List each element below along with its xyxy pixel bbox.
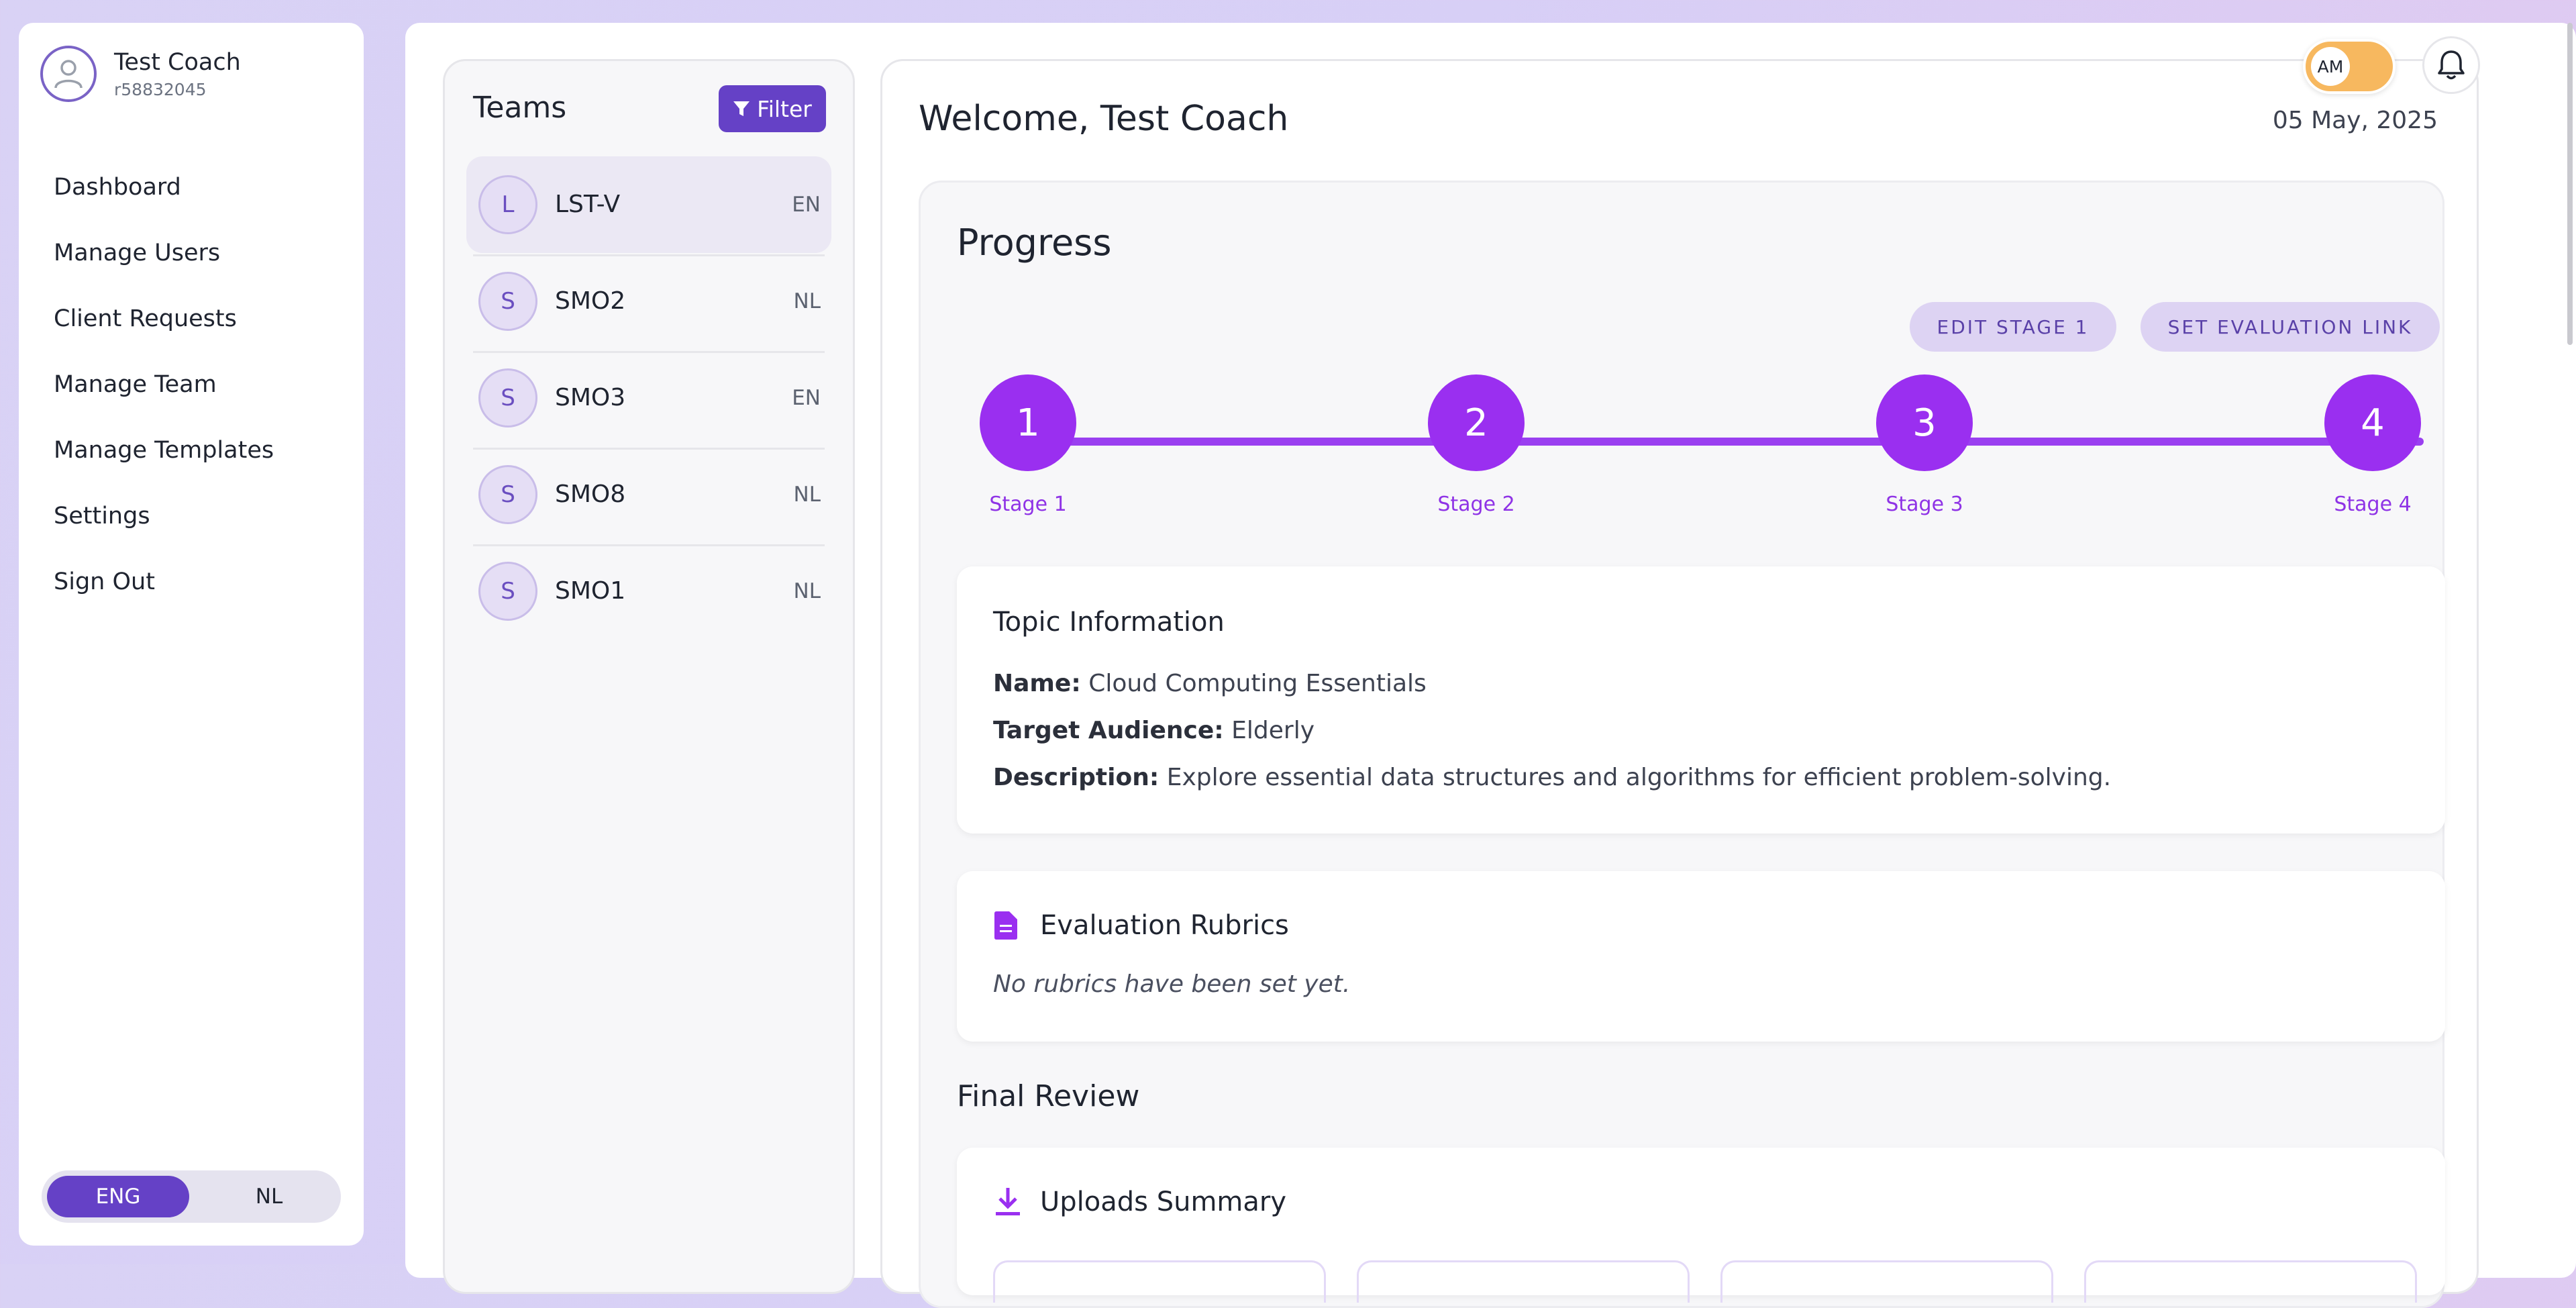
topic-audience-label: Target Audience:	[993, 717, 1224, 744]
topic-name: Cloud Computing Essentials	[1088, 670, 1427, 697]
download-icon	[996, 1188, 1020, 1215]
uploads-summary-title: Uploads Summary	[1040, 1187, 1287, 1217]
edit-stage-button[interactable]: EDIT STAGE 1	[1910, 302, 2116, 352]
team-item[interactable]: L LST-V EN	[466, 156, 831, 253]
theme-toggle[interactable]: AM	[2303, 39, 2395, 94]
nav-client-requests[interactable]: Client Requests	[54, 286, 274, 352]
team-initial: S	[478, 562, 537, 621]
content-panel: Welcome, Test Coach 05 May, 2025 Progres…	[880, 59, 2479, 1308]
upload-tile[interactable]	[993, 1260, 1326, 1303]
language-switch: ENG NL	[42, 1170, 341, 1223]
toggle-knob: AM	[2311, 47, 2350, 86]
current-date: 05 May, 2025	[2272, 107, 2438, 134]
rubrics-title: Evaluation Rubrics	[1040, 910, 1289, 941]
final-review-title: Final Review	[957, 1079, 1140, 1113]
set-evaluation-link-button[interactable]: SET EVALUATION LINK	[2141, 302, 2440, 352]
filter-icon	[733, 101, 750, 116]
team-item[interactable]: S SMO2 NL	[466, 253, 831, 350]
teams-title: Teams	[473, 91, 567, 125]
team-name: SMO2	[555, 287, 626, 315]
team-name: SMO3	[555, 384, 626, 411]
progress-title: Progress	[957, 221, 1112, 264]
nav-manage-users[interactable]: Manage Users	[54, 220, 274, 286]
filter-label: Filter	[757, 95, 812, 122]
nav-sign-out[interactable]: Sign Out	[54, 549, 274, 615]
filter-button[interactable]: Filter	[719, 85, 826, 132]
team-name: LST-V	[555, 191, 621, 218]
topic-audience-row: Target Audience: Elderly	[993, 717, 1315, 744]
nav-manage-templates[interactable]: Manage Templates	[54, 417, 274, 483]
lang-nl-button[interactable]: NL	[203, 1176, 336, 1217]
team-initial: S	[478, 272, 537, 331]
team-initial: S	[478, 368, 537, 427]
stage-1-label: Stage 1	[989, 493, 1067, 516]
team-initial: S	[478, 465, 537, 524]
sidebar: Test Coach r58832045 Dashboard Manage Us…	[19, 23, 364, 1246]
scrollbar[interactable]	[2567, 23, 2573, 345]
uploads-summary-card: Uploads Summary	[957, 1148, 2445, 1303]
team-initial: L	[478, 175, 537, 234]
team-lang: EN	[792, 386, 821, 410]
user-profile: Test Coach r58832045	[40, 46, 241, 102]
upload-tile[interactable]	[1720, 1260, 2053, 1303]
team-item[interactable]: S SMO3 EN	[466, 350, 831, 446]
team-name: SMO1	[555, 577, 626, 605]
topic-audience: Elderly	[1231, 717, 1315, 744]
user-name: Test Coach	[114, 48, 241, 76]
topic-name-label: Name:	[993, 670, 1081, 697]
welcome-title: Welcome, Test Coach	[919, 99, 1289, 139]
nav-manage-team[interactable]: Manage Team	[54, 352, 274, 417]
stage-progress-line	[988, 438, 2424, 446]
upload-tile[interactable]	[2084, 1260, 2417, 1303]
topic-title: Topic Information	[993, 607, 1225, 638]
stage-2-marker[interactable]: 2	[1428, 374, 1525, 471]
team-lang: NL	[793, 289, 821, 313]
topic-name-row: Name: Cloud Computing Essentials	[993, 670, 1427, 697]
topic-description: Explore essential data structures and al…	[1166, 764, 2112, 791]
stage-3-label: Stage 3	[1886, 493, 1963, 516]
user-avatar-icon	[40, 46, 97, 102]
team-item[interactable]: S SMO8 NL	[466, 446, 831, 543]
team-lang: NL	[793, 579, 821, 603]
rubrics-empty-message: No rubrics have been set yet.	[993, 970, 1351, 998]
document-icon	[994, 911, 1017, 940]
topic-information-card: Topic Information Name: Cloud Computing …	[957, 566, 2445, 834]
bell-icon	[2438, 50, 2465, 80]
evaluation-rubrics-card: Evaluation Rubrics No rubrics have been …	[957, 871, 2445, 1042]
nav-settings[interactable]: Settings	[54, 483, 274, 549]
notifications-button[interactable]	[2422, 36, 2480, 94]
team-lang: NL	[793, 483, 821, 507]
team-name: SMO8	[555, 481, 626, 508]
team-item[interactable]: S SMO1 NL	[466, 543, 831, 640]
sidebar-nav: Dashboard Manage Users Client Requests M…	[54, 154, 274, 615]
stage-4-marker[interactable]: 4	[2324, 374, 2421, 471]
upload-tile[interactable]	[1357, 1260, 1690, 1303]
topic-desc-label: Description:	[993, 764, 1160, 791]
stage-3-marker[interactable]: 3	[1876, 374, 1973, 471]
lang-eng-button[interactable]: ENG	[47, 1176, 189, 1217]
progress-section: Progress EDIT STAGE 1 SET EVALUATION LIN…	[919, 181, 2445, 1308]
stage-4-label: Stage 4	[2334, 493, 2412, 516]
teams-panel: Teams Filter L LST-V EN S SMO2 NL S SMO3…	[443, 59, 855, 1294]
topic-description-row: Description: Explore essential data stru…	[993, 764, 2111, 791]
user-id: r58832045	[114, 79, 207, 99]
nav-dashboard[interactable]: Dashboard	[54, 154, 274, 220]
team-lang: EN	[792, 193, 821, 217]
stage-2-label: Stage 2	[1437, 493, 1515, 516]
stage-1-marker[interactable]: 1	[980, 374, 1076, 471]
